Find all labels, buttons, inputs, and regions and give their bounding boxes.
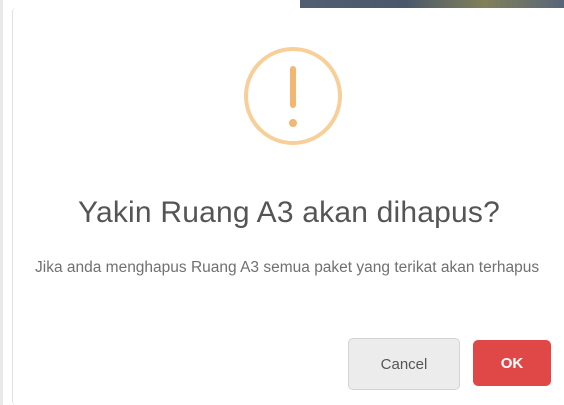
background-app-strip	[300, 0, 564, 8]
exclamation-circle-icon	[244, 47, 342, 145]
screen: Yakin Ruang A3 akan dihapus? Jika anda m…	[0, 0, 564, 405]
dialog-message: Jika anda menghapus Ruang A3 semua paket…	[35, 259, 540, 276]
background-overlay-edge	[0, 0, 3, 405]
ok-button[interactable]: OK	[473, 340, 551, 386]
confirm-delete-dialog: Yakin Ruang A3 akan dihapus? Jika anda m…	[12, 8, 564, 405]
dialog-title: Yakin Ruang A3 akan dihapus?	[77, 196, 501, 229]
cancel-button[interactable]: Cancel	[348, 338, 460, 390]
